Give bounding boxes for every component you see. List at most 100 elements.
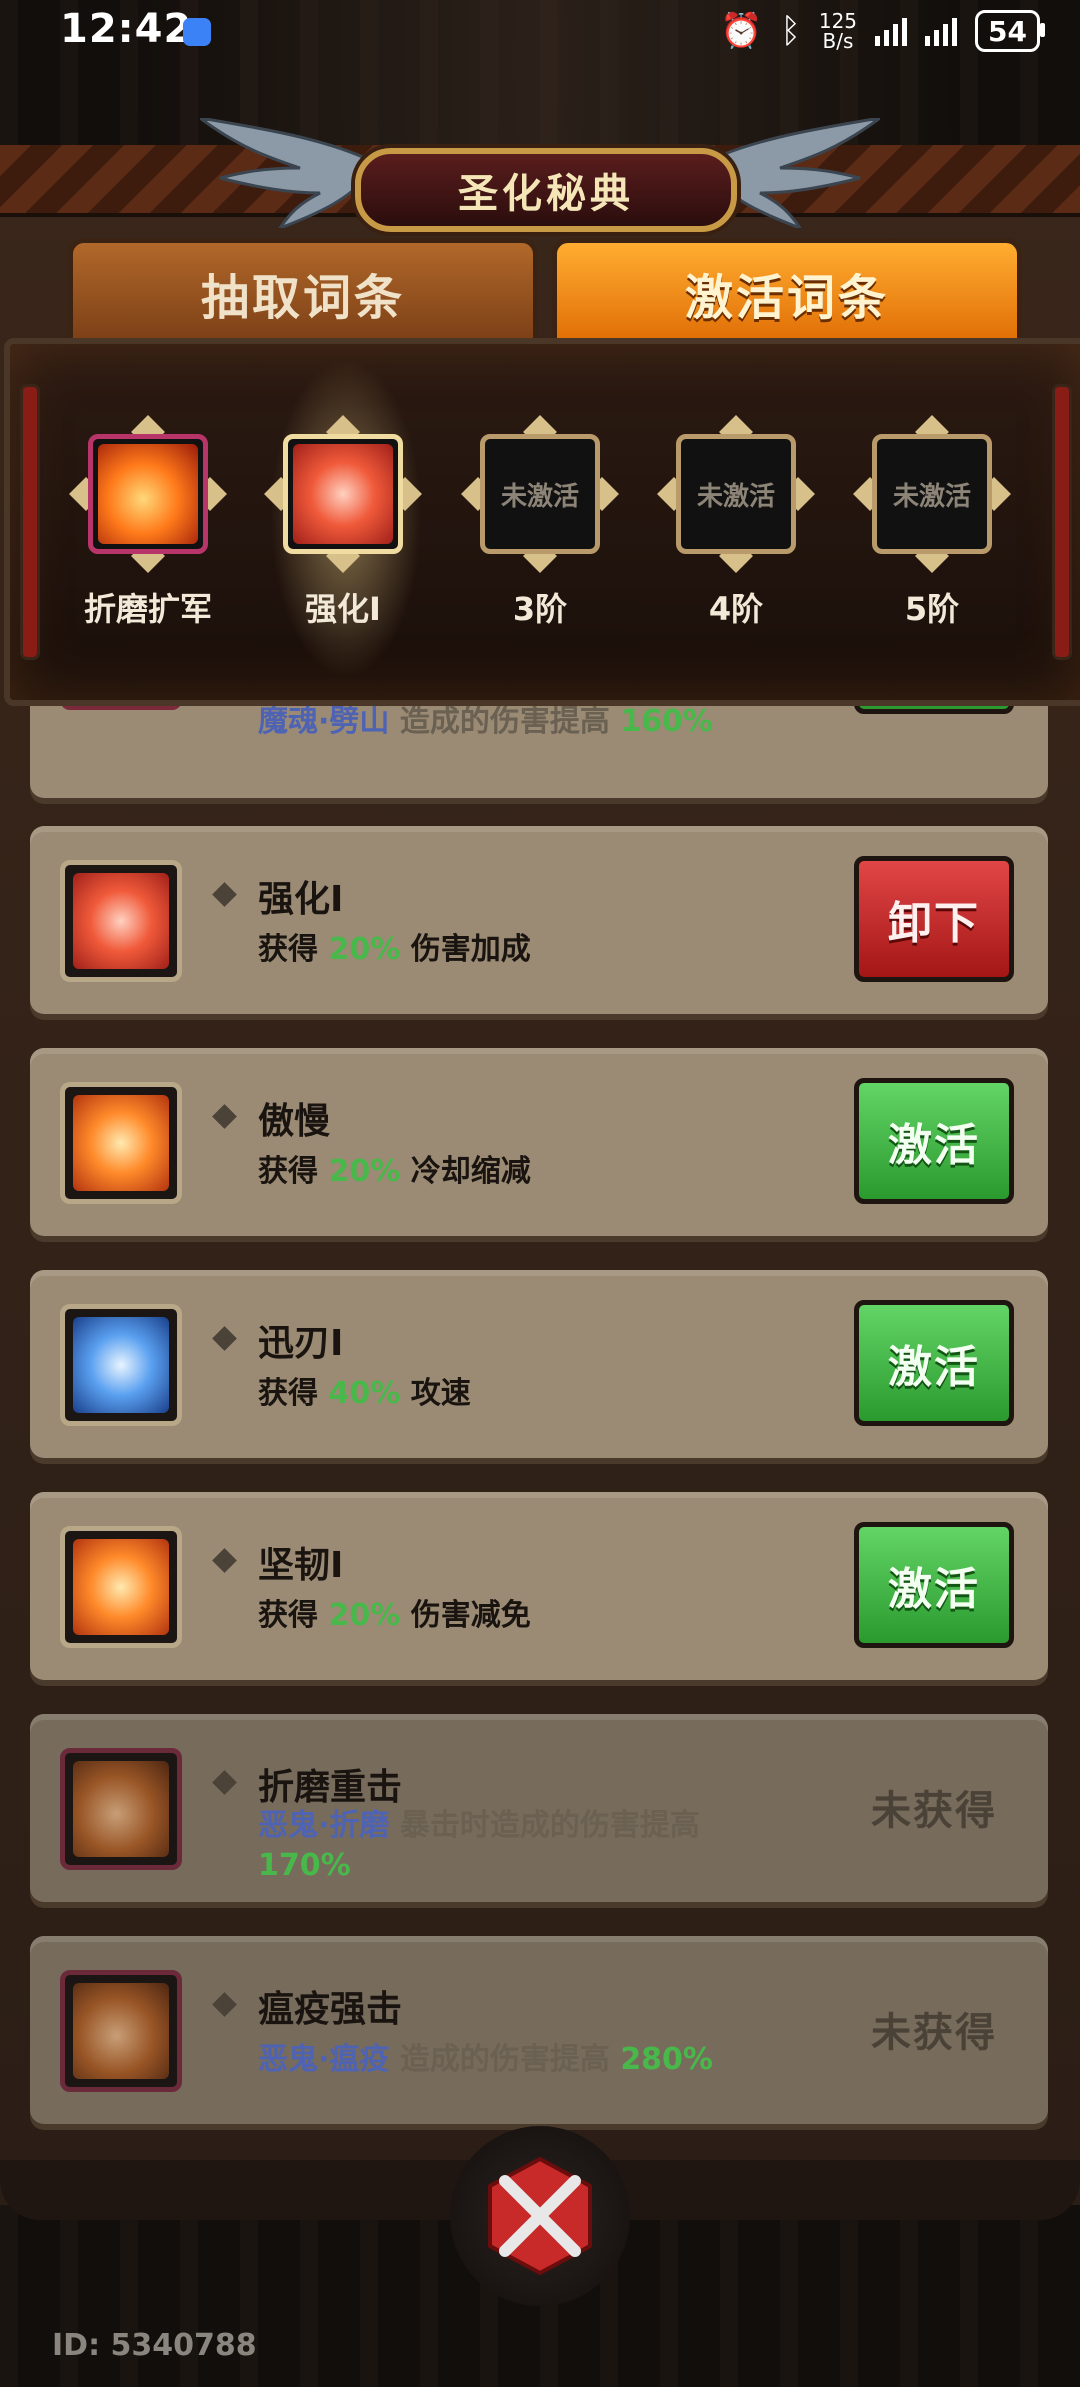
- notification-app-icon: [183, 18, 211, 46]
- rail-right: [1052, 384, 1072, 660]
- battery-level: 54: [988, 14, 1027, 48]
- unequip-button[interactable]: 卸下: [854, 856, 1014, 982]
- tab-activate-entries[interactable]: 激活词条: [552, 238, 1022, 348]
- active-slot-4[interactable]: 未激活: [657, 415, 815, 573]
- active-slot-3[interactable]: 未激活: [461, 415, 619, 573]
- bluetooth-icon: ᛒ: [780, 11, 801, 51]
- signal-icon: [925, 16, 958, 46]
- entry-desc: 恶鬼·瘟疫 造成的伤害提高 280%: [258, 2040, 778, 2080]
- entry-prefix: 获得: [258, 1154, 318, 1189]
- entry-name: 迅刃I: [258, 1323, 344, 1364]
- slot-label: 4阶: [708, 590, 764, 628]
- bullet-icon: [212, 1104, 237, 1129]
- entry-desc: 魔魂·劈山 造成的伤害提高 160%: [258, 702, 778, 742]
- net-speed-unit: B/s: [822, 29, 854, 53]
- alarm-icon: ⏰: [720, 11, 763, 51]
- slot-frame: [283, 434, 403, 554]
- entry-tag: 恶鬼·折磨: [258, 1808, 390, 1843]
- active-slot-5[interactable]: 未激活: [853, 415, 1011, 573]
- entry-suffix: 冷却缩减: [410, 1154, 531, 1189]
- entry-value: 170%: [258, 1848, 351, 1883]
- battery-icon: 54: [975, 10, 1045, 52]
- page-title: 圣化秘典: [458, 171, 634, 217]
- slot-locked-text: 未激活: [696, 481, 775, 512]
- status-icons: ⏰ ᛒ 125 B/s 54: [720, 10, 1045, 52]
- slot-label: 5阶: [904, 590, 960, 628]
- star-shield-icon: [73, 1539, 169, 1635]
- entry-icon-frame: [60, 1970, 182, 2092]
- bullet-icon: [212, 1992, 237, 2017]
- bullet-icon: [212, 1770, 237, 1795]
- slot-frame: 未激活: [480, 434, 600, 554]
- net-speed: 125 B/s: [819, 11, 857, 51]
- net-speed-value: 125: [818, 9, 858, 33]
- not-obtained-label: 未获得: [871, 1788, 997, 1834]
- activate-button[interactable]: 激活: [854, 1078, 1014, 1204]
- slot-label: 3阶: [512, 590, 568, 628]
- bullet-icon: [212, 1548, 237, 1573]
- slot-label: 折磨扩军: [83, 590, 212, 628]
- active-slot-2[interactable]: [264, 415, 422, 573]
- tab-draw-entries[interactable]: 抽取词条: [68, 238, 538, 348]
- slot-frame: 未激活: [676, 434, 796, 554]
- entry-icon-frame: [60, 1526, 182, 1648]
- entry-desc: 恶鬼·折磨 暴击时造成的伤害提高 170%: [258, 1806, 778, 1886]
- entry-tag: 魔魂·劈山: [258, 704, 390, 739]
- entry-value: 20%: [328, 1598, 401, 1633]
- entry-card: 傲慢 获得 20% 冷却缩减 激活: [30, 1048, 1048, 1236]
- entry-desc-text: 造成的伤害提高: [399, 2042, 610, 2077]
- entry-card: 坚韧I 获得 20% 伤害减免 激活: [30, 1492, 1048, 1680]
- entry-name: 瘟疫强击: [258, 1989, 403, 2030]
- entry-name: 折磨重击: [258, 1767, 403, 1808]
- status-bar: 12:42 ⏰ ᛒ 125 B/s 54: [0, 0, 1080, 70]
- entry-prefix: 获得: [258, 1598, 318, 1633]
- slot-locked-text: 未激活: [500, 481, 579, 512]
- entry-desc: 获得 20% 伤害加成: [258, 930, 778, 970]
- slot-locked-text: 未激活: [892, 481, 971, 512]
- entry-desc: 获得 20% 冷却缩减: [258, 1152, 778, 1192]
- title-plate: 圣化秘典: [355, 148, 737, 232]
- entry-card: 迅刃I 获得 40% 攻速 激活: [30, 1270, 1048, 1458]
- close-icon: [488, 2156, 592, 2276]
- entry-desc-text: 暴击时造成的伤害提高: [399, 1808, 700, 1843]
- fire-swirl-icon: [73, 1761, 169, 1857]
- slot-frame: [88, 434, 208, 554]
- signal-icon: [875, 16, 908, 46]
- entry-icon-frame: [60, 1748, 182, 1870]
- entry-value: 20%: [328, 1154, 401, 1189]
- entry-icon-frame: [60, 1304, 182, 1426]
- not-obtained-label: 未获得: [871, 2010, 997, 2056]
- status-time: 12:42: [60, 6, 193, 52]
- entry-suffix: 攻速: [410, 1376, 471, 1411]
- active-slot-1[interactable]: [69, 415, 227, 573]
- bullet-icon: [212, 882, 237, 907]
- wing-left-icon: [200, 118, 367, 228]
- blade-arrow-icon: [73, 1317, 169, 1413]
- bullet-icon: [212, 1326, 237, 1351]
- entry-card: 强化I 获得 20% 伤害加成 卸下: [30, 826, 1048, 1014]
- player-id: ID: 5340788: [52, 2328, 257, 2363]
- entry-suffix: 伤害减免: [410, 1598, 531, 1633]
- entry-card: 折磨重击 恶鬼·折磨 暴击时造成的伤害提高 170% 未获得: [30, 1714, 1048, 1902]
- close-button[interactable]: [450, 2126, 630, 2306]
- entry-desc: 获得 20% 伤害减免: [258, 1596, 778, 1636]
- entry-prefix: 获得: [258, 1376, 318, 1411]
- crack-burst-icon: [293, 444, 393, 544]
- entry-value: 40%: [328, 1376, 401, 1411]
- slot-frame: 未激活: [872, 434, 992, 554]
- rail-left: [20, 384, 40, 660]
- entry-prefix: 获得: [258, 932, 318, 967]
- star-shield-icon: [73, 1095, 169, 1191]
- crack-burst-icon: [73, 873, 169, 969]
- entry-value: 280%: [620, 2042, 713, 2077]
- entry-tag: 恶鬼·瘟疫: [258, 2042, 390, 2077]
- entry-value: 160%: [620, 704, 713, 739]
- entry-value: 20%: [328, 932, 401, 967]
- entry-suffix: 伤害加成: [410, 932, 531, 967]
- entry-icon-frame: [60, 860, 182, 982]
- activate-button[interactable]: 激活: [854, 1522, 1014, 1648]
- entry-icon-frame: [60, 1082, 182, 1204]
- slot-label: 强化I: [305, 590, 381, 628]
- entry-name: 坚韧I: [258, 1545, 344, 1586]
- activate-button[interactable]: 激活: [854, 1300, 1014, 1426]
